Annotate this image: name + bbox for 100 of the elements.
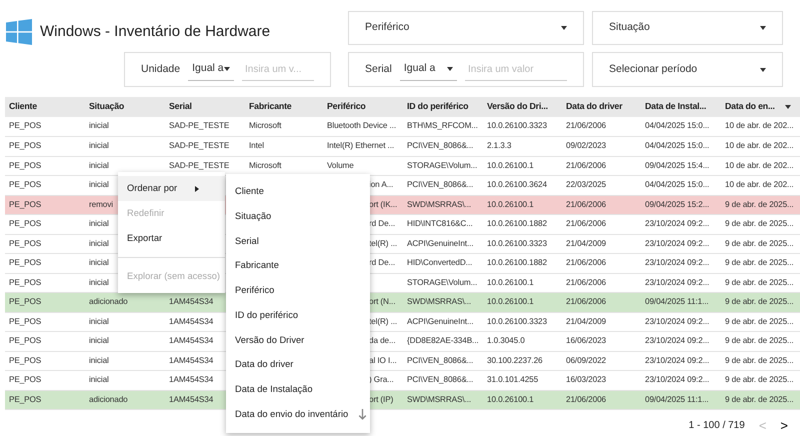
table-cell: 10.0.26100.1 (483, 292, 562, 312)
table-cell: 23/10/2024 09:2... (641, 351, 721, 370)
table-cell: 04/04/2025 15:0... (641, 136, 721, 156)
serial-filter[interactable]: Serial Igual a Insira um valor (348, 52, 584, 87)
column-header[interactable]: Data do en... (721, 97, 800, 117)
filter-label: Unidade (141, 62, 180, 77)
table-cell: STORAGE\Volum... (403, 156, 483, 176)
table-cell: 21/06/2006 (562, 117, 641, 136)
table-cell: HID\INTC816&C... (403, 214, 483, 234)
menu-item[interactable]: Ordenar por (118, 176, 225, 201)
table-cell: 10 de abr. de 202... (721, 176, 800, 195)
caret-icon (447, 67, 453, 71)
table-cell: 10.0.26100.3323 (483, 117, 562, 136)
table-cell: 9 de abr. de 2025... (721, 214, 800, 234)
table-cell: 09/04/2025 11:1... (641, 390, 721, 410)
caret-icon (760, 26, 766, 30)
table-cell: PE_POS (5, 312, 85, 332)
table-cell: 9 de abr. de 2025... (721, 390, 800, 410)
table-cell: PE_POS (5, 156, 85, 176)
table-cell: 09/04/2025 11:1... (641, 292, 721, 312)
table-cell: 9 de abr. de 2025... (721, 332, 800, 351)
table-cell: 1.0.3045.0 (483, 332, 562, 351)
table-cell: PCI\VEN_8086&... (403, 370, 483, 390)
table-cell: SAD-PE_TESTE (165, 136, 245, 156)
table-cell: SAD-PE_TESTE (165, 117, 245, 136)
column-header[interactable]: Data do driver (562, 97, 641, 117)
table-cell: 10.0.26100.1882 (483, 214, 562, 234)
table-cell: 9 de abr. de 2025... (721, 312, 800, 332)
table-cell: 23/10/2024 09:2... (641, 312, 721, 332)
table-cell: 10.0.26100.1 (483, 195, 562, 214)
table-cell: 23/10/2024 09:2... (641, 234, 721, 254)
table-cell: {DD8E82AE-334B... (403, 332, 483, 351)
table-cell: 2.1.3.3 (483, 136, 562, 156)
table-cell: 21/06/2006 (562, 156, 641, 176)
table-cell: inicial (85, 332, 165, 351)
table-cell: PE_POS (5, 195, 85, 214)
table-cell: 21/06/2006 (562, 254, 641, 273)
table-cell: Intel (245, 136, 323, 156)
table-cell: 30.100.2237.26 (483, 351, 562, 370)
column-header[interactable]: Periférico (323, 97, 403, 117)
unit-filter[interactable]: Unidade Igual a Insira um v... (124, 52, 331, 87)
table-cell: Microsoft (245, 117, 323, 136)
operator-dropdown[interactable]: Igual a (400, 58, 457, 80)
status-dropdown[interactable]: Situação (592, 11, 783, 45)
column-header[interactable]: Serial (165, 97, 245, 117)
table-cell: 10.0.26100.1882 (483, 254, 562, 273)
table-cell: 16/06/2023 (562, 332, 641, 351)
table-cell: 04/04/2025 15:0... (641, 176, 721, 195)
column-header[interactable]: Cliente (5, 97, 85, 117)
table-cell: inicial (85, 351, 165, 370)
table-cell: PCI\VEN_8086&... (403, 351, 483, 370)
table-cell: 10.0.26100.3624 (483, 176, 562, 195)
table-cell: 9 de abr. de 2025... (721, 234, 800, 254)
table-cell: 06/09/2022 (562, 351, 641, 370)
table-cell: 09/04/2025 15:2... (641, 195, 721, 214)
table-cell: Intel(R) Ethernet ... (323, 136, 403, 156)
table-cell: 9 de abr. de 2025... (721, 292, 800, 312)
column-header[interactable]: Fabricante (245, 97, 323, 117)
operator-dropdown[interactable]: Igual a (188, 58, 234, 80)
table-cell: ACPI\GenuineInt... (403, 234, 483, 254)
table-cell: PCI\VEN_8086&... (403, 136, 483, 156)
caret-icon (561, 26, 567, 30)
table-cell: PCI\VEN_8086&... (403, 176, 483, 195)
column-header[interactable]: Versão do Dri... (483, 97, 562, 117)
value-input[interactable]: Insira um valor (465, 58, 567, 80)
next-page-button[interactable]: > (780, 419, 788, 432)
column-header[interactable]: ID do periférico (403, 97, 483, 117)
table-cell: 10 de abr. de 202... (721, 117, 800, 136)
table-cell: 10.0.26100.1 (483, 390, 562, 410)
table-cell: 10 de abr. de 202... (721, 156, 800, 176)
submenu-arrow-icon (195, 186, 200, 192)
table-cell: PE_POS (5, 214, 85, 234)
table-cell: inicial (85, 117, 165, 136)
table-cell: 04/04/2025 15:0... (641, 117, 721, 136)
table-cell: PE_POS (5, 292, 85, 312)
caret-icon (224, 67, 230, 71)
table-cell: SWD\MSRRAS\... (403, 195, 483, 214)
column-header[interactable]: Situação (85, 97, 165, 117)
table-cell: SWD\MSRRAS\... (403, 390, 483, 410)
table-cell: PE_POS (5, 234, 85, 254)
table-cell: PE_POS (5, 254, 85, 273)
table-cell: 22/03/2025 (562, 176, 641, 195)
table-cell: BTH\MS_RFCOM... (403, 117, 483, 136)
page-range: 1 - 100 / 719 (688, 419, 745, 433)
column-header[interactable]: Data de Instal... (641, 97, 721, 117)
table-cell: 9 de abr. de 2025... (721, 195, 800, 214)
table-cell: PE_POS (5, 332, 85, 351)
table-cell: 21/06/2006 (562, 390, 641, 410)
peripheral-dropdown[interactable]: Periférico (348, 11, 584, 45)
table-cell: HID\ConvertedD... (403, 254, 483, 273)
table-cell: inicial (85, 136, 165, 156)
period-dropdown[interactable]: Selecionar período (592, 52, 783, 87)
value-input[interactable]: Insira um v... (242, 58, 314, 80)
table-cell: 9 de abr. de 2025... (721, 254, 800, 273)
table-cell: 10 de abr. de 202... (721, 136, 800, 156)
table-cell: 10.0.26100.3323 (483, 312, 562, 332)
table-cell: 09/02/2023 (562, 136, 641, 156)
table-cell: 16/03/2023 (562, 370, 641, 390)
table-cell: PE_POS (5, 390, 85, 410)
caret-icon (760, 68, 766, 72)
